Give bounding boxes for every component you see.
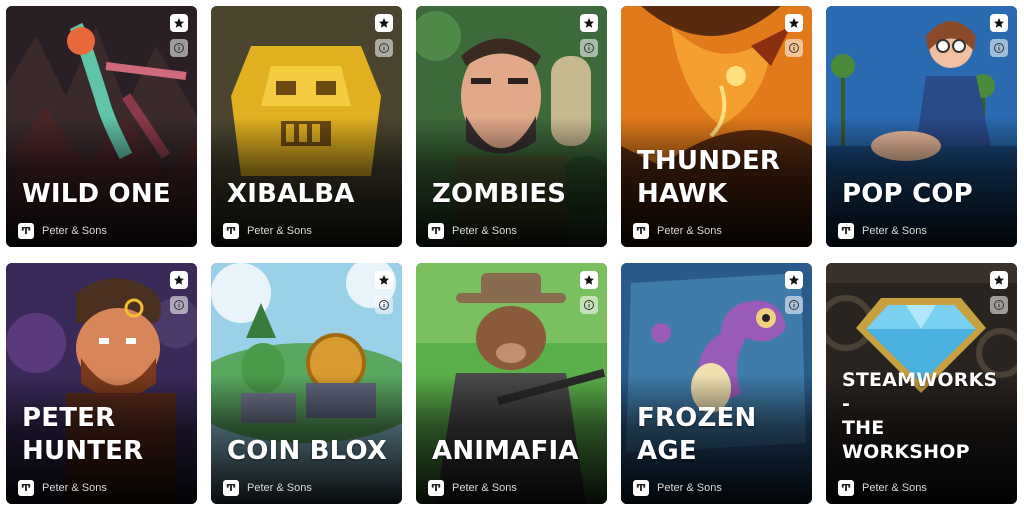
- game-card-peter-hunter[interactable]: PETER HUNTER Ͳ Peter & Sons: [6, 263, 197, 504]
- info-icon[interactable]: [170, 296, 188, 314]
- star-icon[interactable]: [580, 14, 598, 32]
- provider: Ͳ Peter & Sons: [633, 480, 722, 496]
- peter-and-sons-logo-icon: Ͳ: [633, 223, 649, 239]
- star-icon[interactable]: [785, 14, 803, 32]
- game-card-pop-cop[interactable]: POP COP Ͳ Peter & Sons: [826, 6, 1017, 247]
- provider-name: Peter & Sons: [657, 482, 722, 494]
- star-icon[interactable]: [785, 271, 803, 289]
- info-icon[interactable]: [580, 296, 598, 314]
- provider-name: Peter & Sons: [862, 225, 927, 237]
- provider: Ͳ Peter & Sons: [838, 223, 927, 239]
- info-icon[interactable]: [375, 296, 393, 314]
- provider: Ͳ Peter & Sons: [223, 480, 312, 496]
- provider: Ͳ Peter & Sons: [838, 480, 927, 496]
- star-icon[interactable]: [990, 14, 1008, 32]
- peter-and-sons-logo-icon: Ͳ: [18, 223, 34, 239]
- game-card-coin-blox[interactable]: COIN BLOX Ͳ Peter & Sons: [211, 263, 402, 504]
- provider-name: Peter & Sons: [862, 482, 927, 494]
- info-icon[interactable]: [990, 39, 1008, 57]
- star-icon[interactable]: [375, 271, 393, 289]
- provider: Ͳ Peter & Sons: [633, 223, 722, 239]
- game-title: THUNDER HAWK: [637, 146, 781, 209]
- peter-and-sons-logo-icon: Ͳ: [223, 223, 239, 239]
- provider: Ͳ Peter & Sons: [18, 480, 107, 496]
- game-grid: WILD ONE Ͳ Peter & Sons XIBALBA Ͳ Peter …: [0, 0, 1024, 510]
- info-icon[interactable]: [580, 39, 598, 57]
- star-icon[interactable]: [170, 271, 188, 289]
- star-icon[interactable]: [580, 271, 598, 289]
- peter-and-sons-logo-icon: Ͳ: [428, 223, 444, 239]
- game-title: STEAMWORKS - THE WORKSHOP: [842, 369, 998, 463]
- peter-and-sons-logo-icon: Ͳ: [223, 480, 239, 496]
- game-card-frozen-age[interactable]: FROZEN AGE Ͳ Peter & Sons: [621, 263, 812, 504]
- info-icon[interactable]: [785, 296, 803, 314]
- game-card-thunder-hawk[interactable]: THUNDER HAWK Ͳ Peter & Sons: [621, 6, 812, 247]
- peter-and-sons-logo-icon: Ͳ: [18, 480, 34, 496]
- provider-name: Peter & Sons: [247, 225, 312, 237]
- game-title: COIN BLOX: [227, 436, 388, 466]
- game-title: WILD ONE: [22, 179, 171, 209]
- game-card-animafia[interactable]: ANIMAFIA Ͳ Peter & Sons: [416, 263, 607, 504]
- peter-and-sons-logo-icon: Ͳ: [633, 480, 649, 496]
- provider-name: Peter & Sons: [452, 225, 517, 237]
- game-title: XIBALBA: [227, 179, 355, 209]
- info-icon[interactable]: [170, 39, 188, 57]
- peter-and-sons-logo-icon: Ͳ: [428, 480, 444, 496]
- provider-name: Peter & Sons: [247, 482, 312, 494]
- game-title: PETER HUNTER: [22, 403, 144, 466]
- game-title: POP COP: [842, 179, 973, 209]
- game-card-zombies[interactable]: ZOMBIES Ͳ Peter & Sons: [416, 6, 607, 247]
- info-icon[interactable]: [375, 39, 393, 57]
- provider: Ͳ Peter & Sons: [18, 223, 107, 239]
- provider-name: Peter & Sons: [42, 225, 107, 237]
- game-title: ANIMAFIA: [432, 436, 579, 466]
- star-icon[interactable]: [170, 14, 188, 32]
- game-card-steamworks[interactable]: STEAMWORKS - THE WORKSHOP Ͳ Peter & Sons: [826, 263, 1017, 504]
- peter-and-sons-logo-icon: Ͳ: [838, 480, 854, 496]
- star-icon[interactable]: [990, 271, 1008, 289]
- info-icon[interactable]: [990, 296, 1008, 314]
- peter-and-sons-logo-icon: Ͳ: [838, 223, 854, 239]
- provider: Ͳ Peter & Sons: [428, 480, 517, 496]
- game-card-xibalba[interactable]: XIBALBA Ͳ Peter & Sons: [211, 6, 402, 247]
- info-icon[interactable]: [785, 39, 803, 57]
- provider-name: Peter & Sons: [657, 225, 722, 237]
- provider-name: Peter & Sons: [42, 482, 107, 494]
- star-icon[interactable]: [375, 14, 393, 32]
- provider-name: Peter & Sons: [452, 482, 517, 494]
- provider: Ͳ Peter & Sons: [428, 223, 517, 239]
- game-title: ZOMBIES: [432, 179, 567, 209]
- game-card-wild-one[interactable]: WILD ONE Ͳ Peter & Sons: [6, 6, 197, 247]
- provider: Ͳ Peter & Sons: [223, 223, 312, 239]
- game-title: FROZEN AGE: [637, 403, 757, 466]
